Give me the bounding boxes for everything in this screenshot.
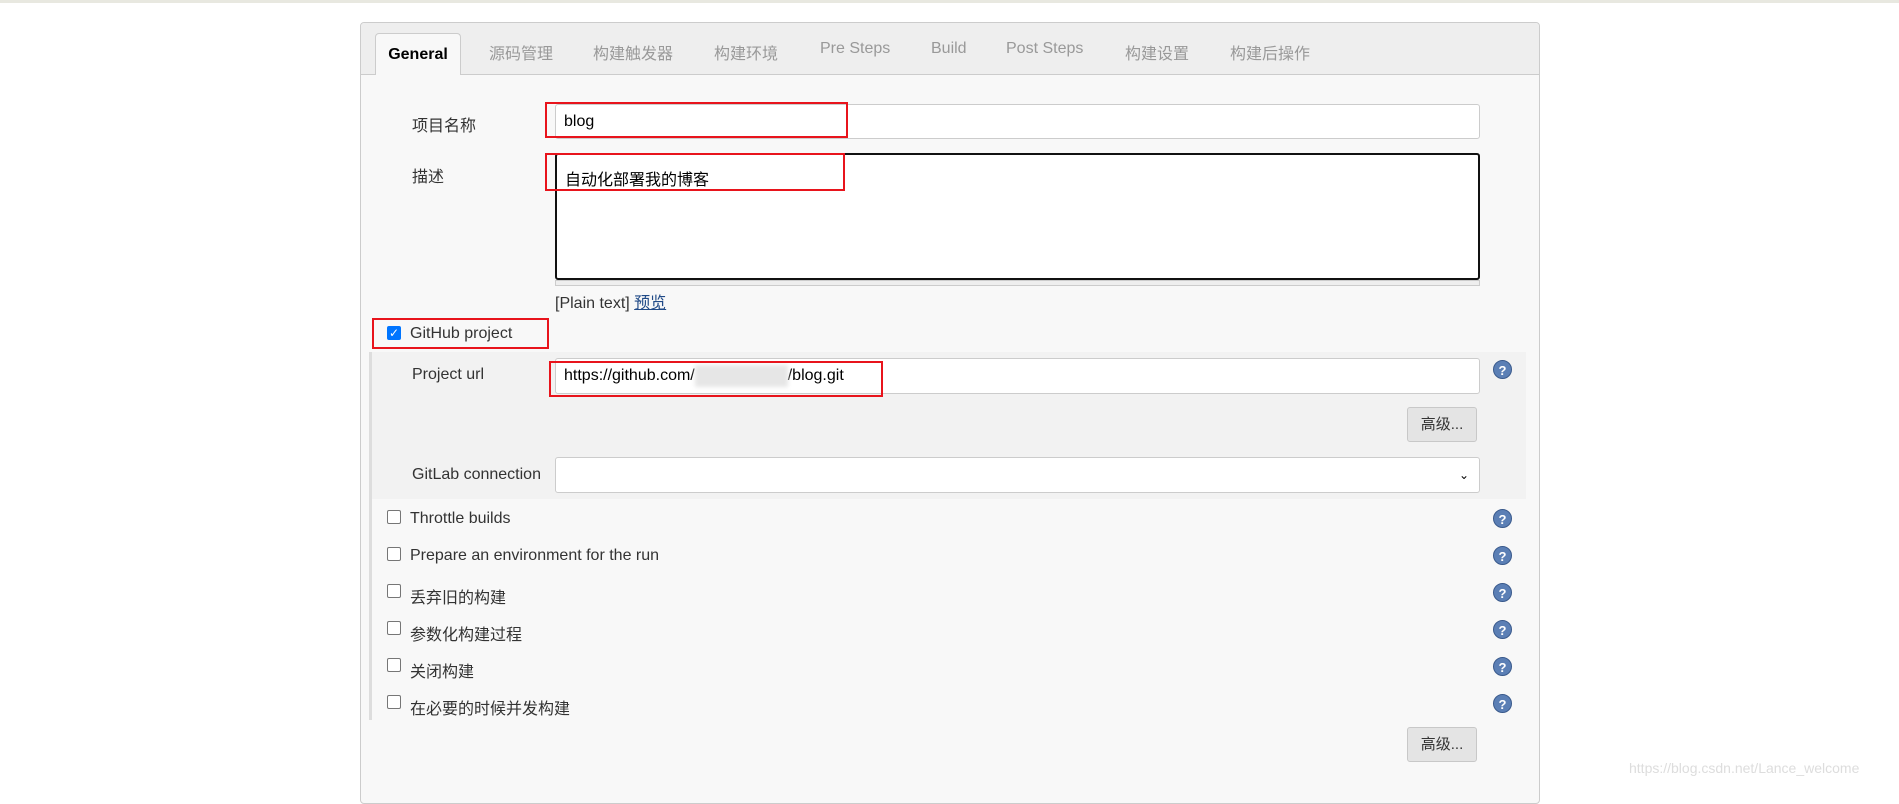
concurrent-build-checkbox[interactable] (387, 695, 401, 709)
highlight-box (549, 361, 883, 397)
tab-build[interactable]: Build (931, 40, 967, 58)
format-line: [Plain text] 预览 (555, 289, 666, 313)
discard-old-builds-checkbox[interactable] (387, 584, 401, 598)
tab-build-settings[interactable]: 构建设置 (1125, 40, 1189, 64)
watermark: https://blog.csdn.net/Lance_welcome (1629, 760, 1860, 776)
prepare-environment-checkbox[interactable] (387, 547, 401, 561)
tab-post-build[interactable]: 构建后操作 (1230, 40, 1310, 64)
highlight-box (545, 153, 845, 191)
help-icon[interactable]: ? (1493, 509, 1512, 528)
disable-build-checkbox[interactable] (387, 658, 401, 672)
tab-general[interactable]: General (375, 33, 461, 75)
tab-scm[interactable]: 源码管理 (489, 40, 553, 64)
desc-label: 描述 (412, 169, 445, 186)
tab-bar: General 源码管理 构建触发器 构建环境 Pre Steps Build … (361, 23, 1539, 75)
option-label: Throttle builds (410, 510, 511, 527)
section-indent-line (369, 352, 372, 720)
gitlab-connection-label: GitLab connection (412, 466, 541, 483)
plain-text-label: [Plain text] (555, 295, 630, 312)
chevron-down-icon: ⌄ (1458, 468, 1469, 482)
advanced-button[interactable]: 高级... (1407, 407, 1477, 442)
highlight-box (372, 318, 549, 349)
option-label: 参数化构建过程 (410, 627, 523, 644)
help-icon[interactable]: ? (1493, 546, 1512, 565)
option-label: 关闭构建 (410, 664, 475, 681)
project-url-label: Project url (412, 366, 485, 383)
option-label: Prepare an environment for the run (410, 547, 660, 564)
tab-environment[interactable]: 构建环境 (714, 40, 778, 64)
help-icon[interactable]: ? (1493, 694, 1512, 713)
preview-link[interactable]: 预览 (634, 295, 666, 312)
tab-triggers[interactable]: 构建触发器 (593, 40, 673, 64)
help-icon[interactable]: ? (1493, 657, 1512, 676)
parameterized-build-checkbox[interactable] (387, 621, 401, 635)
textarea-resize-handle[interactable] (555, 280, 1480, 286)
option-label: 丢弃旧的构建 (410, 590, 507, 607)
help-icon[interactable]: ? (1493, 583, 1512, 602)
name-label: 项目名称 (412, 118, 477, 135)
gitlab-connection-select[interactable]: ⌄ (555, 457, 1480, 493)
help-icon[interactable]: ? (1493, 620, 1512, 639)
advanced-bottom-button[interactable]: 高级... (1407, 727, 1477, 762)
help-icon[interactable]: ? (1493, 360, 1512, 379)
option-label: 在必要的时候并发构建 (410, 701, 571, 718)
top-border (0, 0, 1899, 3)
highlight-box (545, 102, 848, 138)
throttle-builds-checkbox[interactable] (387, 510, 401, 524)
tab-pre-steps[interactable]: Pre Steps (820, 40, 890, 58)
tab-post-steps[interactable]: Post Steps (1006, 40, 1083, 58)
